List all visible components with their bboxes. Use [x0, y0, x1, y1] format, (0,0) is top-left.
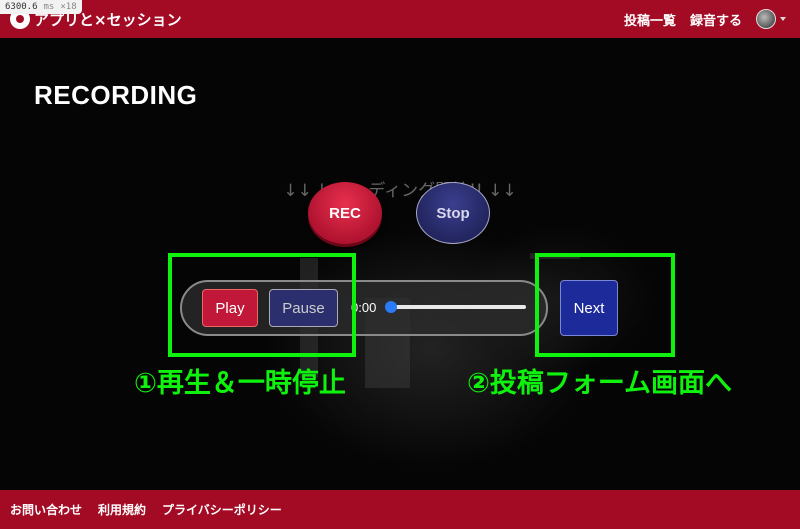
rec-button[interactable]: REC: [308, 182, 382, 244]
perf-value: 6300.6: [5, 2, 38, 12]
footer-link-contact[interactable]: お問い合わせ: [10, 501, 82, 518]
annotation-next: ②投稿フォーム画面へ: [467, 368, 733, 399]
avatar[interactable]: [756, 9, 776, 29]
nav-posts-link[interactable]: 投稿一覧: [624, 10, 676, 29]
nav-record-link[interactable]: 録音する: [690, 10, 742, 29]
header-nav: 投稿一覧 録音する: [624, 9, 786, 29]
seek-slider[interactable]: [385, 301, 526, 313]
page-title: RECORDING: [34, 80, 198, 110]
recording-stage: RECORDING ↓↓ レコーディング開始!! ↓↓: [0, 38, 800, 490]
highlight-box-playback: [168, 253, 356, 357]
seek-slider-thumb[interactable]: [385, 301, 397, 313]
site-header: アプリと×セッション 投稿一覧 録音する: [0, 0, 800, 38]
perf-overlay: 6300.6 ms ×18: [0, 0, 82, 14]
stop-button[interactable]: Stop: [416, 182, 490, 244]
footer-link-privacy[interactable]: プライバシーポリシー: [162, 501, 282, 518]
user-menu[interactable]: [756, 9, 786, 29]
highlight-box-next: [535, 253, 675, 357]
site-footer: お問い合わせ 利用規約 プライバシーポリシー: [0, 490, 800, 529]
recording-instruction: ↓↓ レコーディング開始!! ↓↓: [283, 181, 517, 201]
chevron-down-icon: [780, 17, 786, 21]
footer-link-terms[interactable]: 利用規約: [98, 501, 146, 518]
perf-unit: ms: [43, 2, 55, 12]
perf-multiplier: ×18: [60, 2, 77, 12]
annotation-playback: ①再生＆一時停止: [134, 368, 346, 399]
